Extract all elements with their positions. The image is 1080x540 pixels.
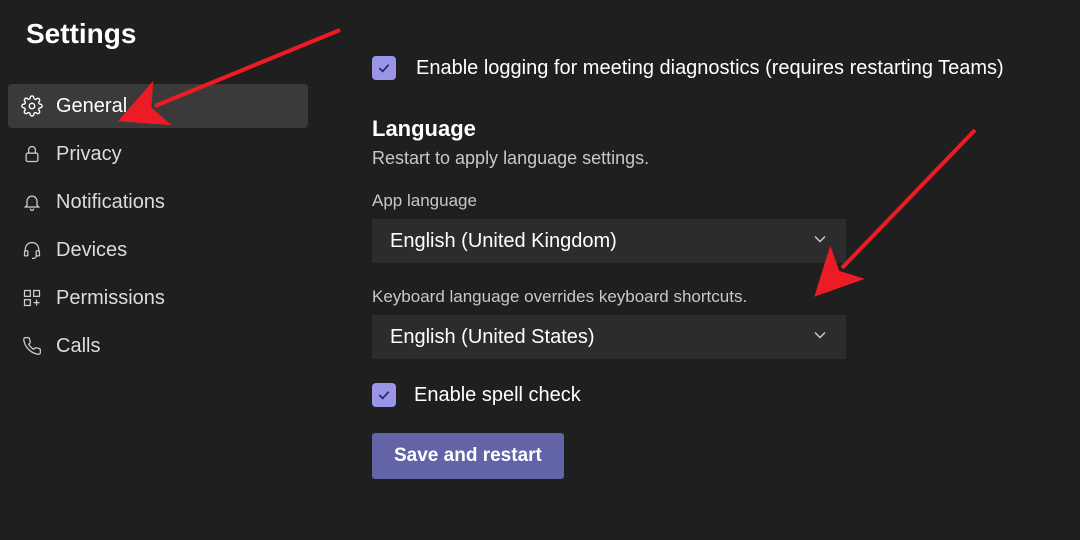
chevron-down-icon	[810, 229, 830, 254]
settings-content: Enable logging for meeting diagnostics (…	[372, 56, 1062, 479]
sidebar-item-privacy[interactable]: Privacy	[8, 132, 308, 176]
lock-icon	[20, 142, 44, 166]
bell-icon	[20, 190, 44, 214]
spellcheck-label: Enable spell check	[414, 384, 581, 407]
logging-setting: Enable logging for meeting diagnostics (…	[372, 56, 1062, 80]
save-restart-button[interactable]: Save and restart	[372, 433, 564, 479]
headset-icon	[20, 238, 44, 262]
sidebar-item-calls[interactable]: Calls	[8, 324, 308, 368]
phone-icon	[20, 334, 44, 358]
sidebar-item-permissions[interactable]: Permissions	[8, 276, 308, 320]
sidebar-item-label: Privacy	[56, 143, 122, 166]
settings-sidebar: General Privacy Notifications Devices Pe…	[8, 84, 308, 372]
sidebar-item-general[interactable]: General	[8, 84, 308, 128]
chevron-down-icon	[810, 325, 830, 350]
app-language-label: App language	[372, 191, 1062, 211]
sidebar-item-devices[interactable]: Devices	[8, 228, 308, 272]
gear-icon	[20, 94, 44, 118]
sidebar-item-label: Permissions	[56, 287, 165, 310]
keyboard-language-value: English (United States)	[390, 326, 595, 349]
keyboard-language-label: Keyboard language overrides keyboard sho…	[372, 287, 1062, 307]
settings-title: Settings	[26, 18, 136, 50]
language-subtext: Restart to apply language settings.	[372, 148, 1062, 169]
language-heading: Language	[372, 116, 1062, 142]
app-language-value: English (United Kingdom)	[390, 230, 617, 253]
spellcheck-setting: Enable spell check	[372, 383, 1062, 407]
sidebar-item-notifications[interactable]: Notifications	[8, 180, 308, 224]
grid-icon	[20, 286, 44, 310]
logging-checkbox[interactable]	[372, 56, 396, 80]
logging-label: Enable logging for meeting diagnostics (…	[416, 57, 1004, 80]
keyboard-language-dropdown[interactable]: English (United States)	[372, 315, 846, 359]
app-language-dropdown[interactable]: English (United Kingdom)	[372, 219, 846, 263]
sidebar-item-label: Devices	[56, 239, 127, 262]
sidebar-item-label: Calls	[56, 335, 100, 358]
sidebar-item-label: General	[56, 95, 127, 118]
sidebar-item-label: Notifications	[56, 191, 165, 214]
spellcheck-checkbox[interactable]	[372, 383, 396, 407]
